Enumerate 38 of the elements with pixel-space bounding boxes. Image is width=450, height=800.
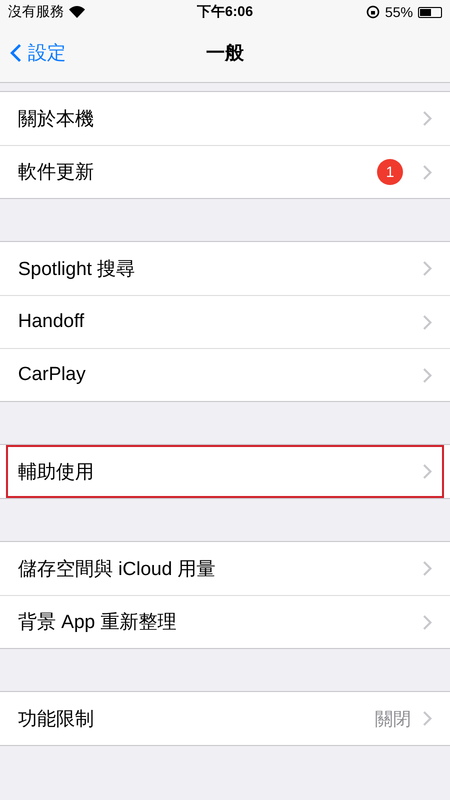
row-label: 功能限制 [18,708,95,732]
settings-row[interactable]: CarPlay [0,348,450,401]
chevron-icon [423,368,432,382]
chevron-icon [423,464,432,479]
settings-row[interactable]: 儲存空間與 iCloud 用量 [0,542,450,595]
row-label: 關於本機 [18,108,95,132]
row-label: 軟件更新 [18,161,95,185]
settings-row[interactable]: 軟件更新 1 [0,145,450,198]
row-label: 輔助使用 [18,460,95,484]
page-title: 一般 [206,42,244,66]
row-value: 關閉 [375,708,411,730]
settings-row[interactable]: Spotlight 搜尋 [0,242,450,295]
row-label: CarPlay [18,364,87,386]
settings-row[interactable]: 關於本機 [0,92,450,145]
chevron-icon [423,561,432,576]
chevron-icon [423,711,432,726]
chevron-icon [423,261,432,276]
settings-row[interactable]: 背景 App 重新整理 [0,595,450,648]
carrier-label: 沒有服務 [8,3,64,21]
battery-percentage: 55% [384,4,413,20]
clock-time: 下午6:06 [196,3,254,21]
row-label: Handoff [18,311,86,333]
settings-row[interactable]: Handoff [0,295,450,348]
settings-row[interactable]: 輔助使用 [6,445,444,498]
chevron-icon [423,314,432,330]
settings-row[interactable]: 功能限制 關閉 [0,692,450,745]
notification-badge: 1 [377,159,403,185]
row-label: 背景 App 重新整理 [18,611,178,635]
chevron-icon [423,111,432,126]
wifi-icon [69,6,85,18]
row-label: 儲存空間與 iCloud 用量 [18,558,216,582]
row-label: Spotlight 搜尋 [18,258,136,282]
rotation-lock-icon [366,5,380,19]
back-chevron-icon [10,43,22,63]
back-button[interactable]: 設定 [0,40,66,66]
chevron-icon [423,614,432,630]
battery-icon [418,6,442,18]
chevron-icon [423,164,432,180]
